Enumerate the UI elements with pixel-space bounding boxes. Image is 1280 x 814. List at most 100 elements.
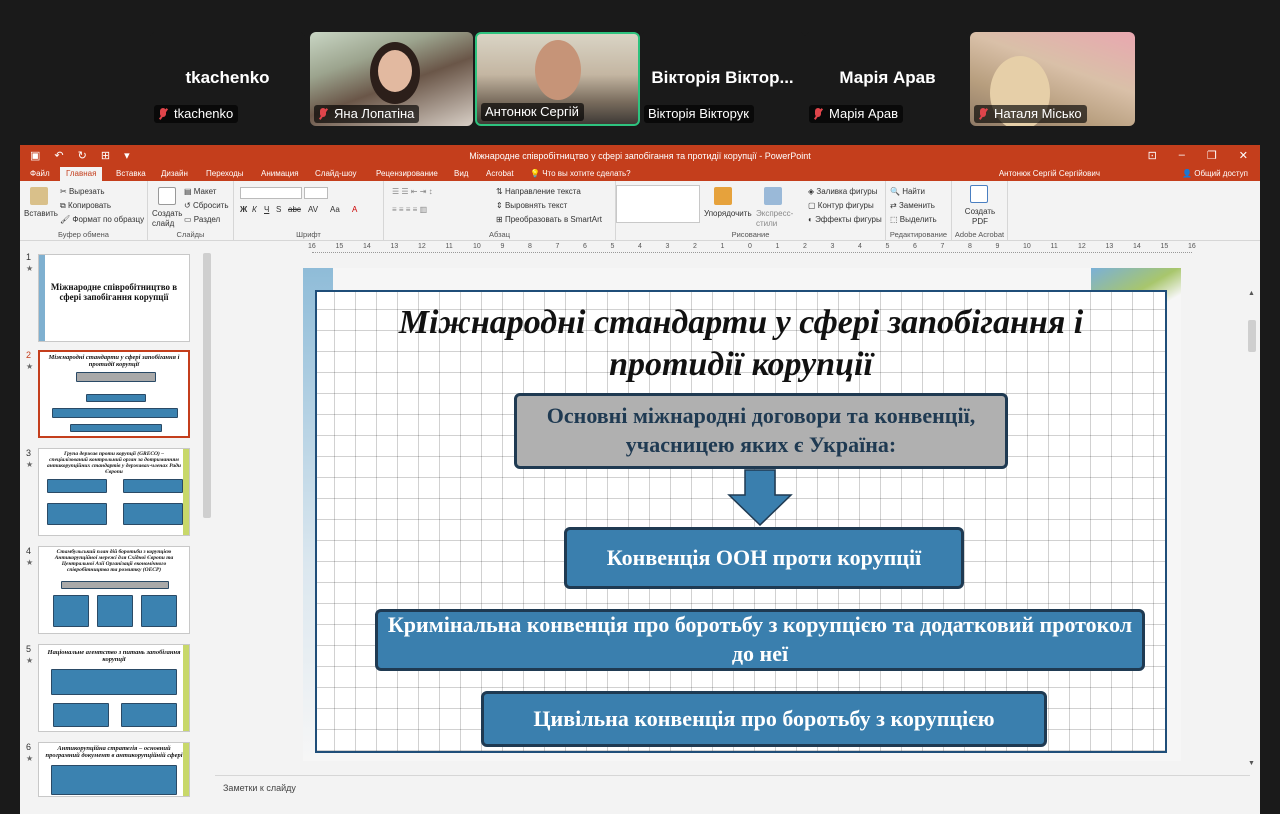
shape-outline-button[interactable]: ▢ Контур фигуры xyxy=(808,201,874,210)
thumbnail-title: Антикорупційна стратегія – основний прог… xyxy=(45,745,183,760)
notes-pane[interactable]: Заметки к слайду xyxy=(215,775,1250,797)
tab-slideshow[interactable]: Слайд-шоу xyxy=(315,169,356,178)
participant-display-name: tkachenko xyxy=(185,68,270,87)
ruler-tick-label: 3 xyxy=(830,243,835,250)
new-slide-button[interactable]: Создать слайд xyxy=(152,209,182,229)
copy-button[interactable]: ⧉ Копировать xyxy=(60,201,111,211)
shape-fill-button[interactable]: ◈ Заливка фигуры xyxy=(808,187,877,196)
italic-button[interactable]: К xyxy=(252,205,257,214)
participant-tile-active-speaker[interactable]: Антонюк Сергій xyxy=(475,32,640,126)
strikethrough-button[interactable]: abc xyxy=(288,205,301,214)
maximize-icon[interactable]: ❐ xyxy=(1207,149,1217,162)
minimize-icon[interactable]: – xyxy=(1179,149,1185,162)
tab-file[interactable]: Файл xyxy=(30,169,50,178)
slide-thumbnail-2[interactable]: Міжнародні стандарти у сфері запобігання… xyxy=(38,350,190,438)
thumbnail-decoration xyxy=(183,743,189,796)
scroll-up-icon[interactable]: ▲ xyxy=(1248,290,1256,298)
replace-button[interactable]: ⇄ Заменить xyxy=(890,201,935,210)
format-painter-button[interactable]: 🖌 Формат по образцу xyxy=(60,215,144,224)
slide-thumbnail-5[interactable]: Національне агентство з питань запобіган… xyxy=(38,644,190,732)
group-label: Слайды xyxy=(176,230,205,239)
scroll-thumb[interactable] xyxy=(1248,320,1256,352)
participant-caption: Вікторія Вікторук xyxy=(644,105,754,123)
font-family-select[interactable] xyxy=(240,187,302,199)
tell-me-search[interactable]: 💡 Что вы хотите сделать? xyxy=(530,169,631,178)
slide-box-un-convention[interactable]: Конвенція ООН проти корупції xyxy=(564,527,964,589)
slide-thumbnail-4[interactable]: Стамбульський план дій боротьби з корупц… xyxy=(38,546,190,634)
paste-button[interactable]: Вставить xyxy=(24,209,58,218)
paste-icon[interactable] xyxy=(30,187,48,205)
select-button[interactable]: ⬚ Выделить xyxy=(890,215,937,224)
pdf-icon[interactable] xyxy=(970,185,988,203)
animation-star-icon: ★ xyxy=(26,264,34,273)
text-direction-button[interactable]: ⇅ Направление текста xyxy=(496,187,581,196)
group-editing: 🔍 Найти ⇄ Заменить ⬚ Выделить Редактиров… xyxy=(886,181,952,241)
bullets-icon[interactable]: ☰ ☰ ⇤ ⇥ ↕ xyxy=(392,187,433,196)
character-spacing-button[interactable]: AV xyxy=(308,205,318,214)
slide-canvas[interactable]: Міжнародні стандарти у сфері запобігання… xyxy=(303,268,1181,761)
participant-tile[interactable]: Вікторія Віктор... Вікторія Вікторук xyxy=(640,32,805,126)
group-acrobat: Создать PDF Adobe Acrobat xyxy=(952,181,1008,241)
underline-button[interactable]: Ч xyxy=(264,205,269,214)
slide-thumbnail-3[interactable]: Група держав проти корупції (GRECO) – сп… xyxy=(38,448,190,536)
slide-box-criminal-convention[interactable]: Кримінальна конвенція про боротьбу з кор… xyxy=(375,609,1145,671)
share-button[interactable]: 👤 Общий доступ xyxy=(1182,169,1248,178)
participant-tile[interactable]: Наталя Місько xyxy=(970,32,1135,126)
new-slide-icon[interactable] xyxy=(158,187,176,205)
participant-tile[interactable]: Марія Арав Марія Арав xyxy=(805,32,970,126)
tab-design[interactable]: Дизайн xyxy=(161,169,188,178)
tab-review[interactable]: Рецензирование xyxy=(376,169,438,178)
participant-tile[interactable]: Яна Лопатіна xyxy=(310,32,473,126)
thumbnail-number: 5 xyxy=(26,644,32,654)
slide-title[interactable]: Міжнародні стандарти у сфері запобігання… xyxy=(337,302,1145,386)
section-button[interactable]: ▭ Раздел xyxy=(184,215,220,224)
slide-box-header[interactable]: Основні міжнародні договори та конвенції… xyxy=(514,393,1008,469)
arrange-button[interactable]: Упорядочить xyxy=(704,209,752,218)
create-pdf-button[interactable]: Создать PDF xyxy=(960,207,1000,227)
arrange-icon[interactable] xyxy=(714,187,732,205)
layout-button[interactable]: ▤ Макет xyxy=(184,187,216,196)
thumbnail-shape xyxy=(86,394,146,402)
tab-insert[interactable]: Вставка xyxy=(116,169,146,178)
convert-smartart-button[interactable]: ⊞ Преобразовать в SmartArt xyxy=(496,215,602,224)
user-name[interactable]: Антонюк Сергій Сергійович xyxy=(999,169,1100,178)
group-font: Ж К Ч S abc AV Aa A Шрифт xyxy=(234,181,384,241)
font-size-select[interactable] xyxy=(304,187,328,199)
close-icon[interactable]: ✕ xyxy=(1239,149,1248,162)
align-icon[interactable]: ≡ ≡ ≡ ≡ ▥ xyxy=(392,205,427,214)
quick-styles-icon[interactable] xyxy=(764,187,782,205)
tab-transitions[interactable]: Переходы xyxy=(206,169,244,178)
thumbnails-scrollbar[interactable] xyxy=(203,253,211,518)
shapes-gallery[interactable] xyxy=(616,185,700,223)
shape-effects-button[interactable]: ◐ Эффекты фигуры xyxy=(808,215,882,224)
bold-button[interactable]: Ж xyxy=(240,205,247,214)
down-arrow-icon[interactable] xyxy=(727,469,793,527)
font-color-button[interactable]: A xyxy=(352,205,357,214)
tab-animations[interactable]: Анимация xyxy=(261,169,299,178)
change-case-button[interactable]: Aa xyxy=(330,205,340,214)
quick-styles-button[interactable]: Экспресс-стили xyxy=(756,209,796,229)
thumbnail-shape xyxy=(70,424,162,432)
slide-thumbnail-6[interactable]: Антикорупційна стратегія – основний прог… xyxy=(38,742,190,797)
slide-thumbnail-1[interactable]: Міжнародне співробітництво в сфері запоб… xyxy=(38,254,190,342)
scroll-down-icon[interactable]: ▼ xyxy=(1248,760,1256,767)
align-text-button[interactable]: ⇕ Выровнять текст xyxy=(496,201,567,210)
thumbnail-shape xyxy=(53,703,109,727)
mic-off-icon xyxy=(318,108,328,120)
ribbon-display-icon[interactable]: ⊡ xyxy=(1148,149,1157,162)
find-button[interactable]: 🔍 Найти xyxy=(890,187,925,196)
ruler-tick-label: 7 xyxy=(555,243,560,250)
thumbnail-shape xyxy=(123,479,183,493)
shadow-button[interactable]: S xyxy=(276,205,281,214)
participant-tile[interactable]: tkachenko tkachenko xyxy=(150,32,305,126)
slide-scrollbar[interactable]: ▲ ▼ xyxy=(1248,290,1258,770)
tab-acrobat[interactable]: Acrobat xyxy=(486,169,514,178)
ruler-tick-label: 6 xyxy=(913,243,917,250)
thumbnail-shape xyxy=(97,595,133,627)
reset-button[interactable]: ↺ Сбросить xyxy=(184,201,229,210)
cut-button[interactable]: ✂ Вырезать xyxy=(60,187,105,196)
slide-box-civil-convention[interactable]: Цивільна конвенція про боротьбу з корупц… xyxy=(481,691,1047,747)
tab-view[interactable]: Вид xyxy=(454,169,468,178)
tab-home[interactable]: Главная xyxy=(60,167,103,181)
thumbnail-shape xyxy=(53,595,89,627)
